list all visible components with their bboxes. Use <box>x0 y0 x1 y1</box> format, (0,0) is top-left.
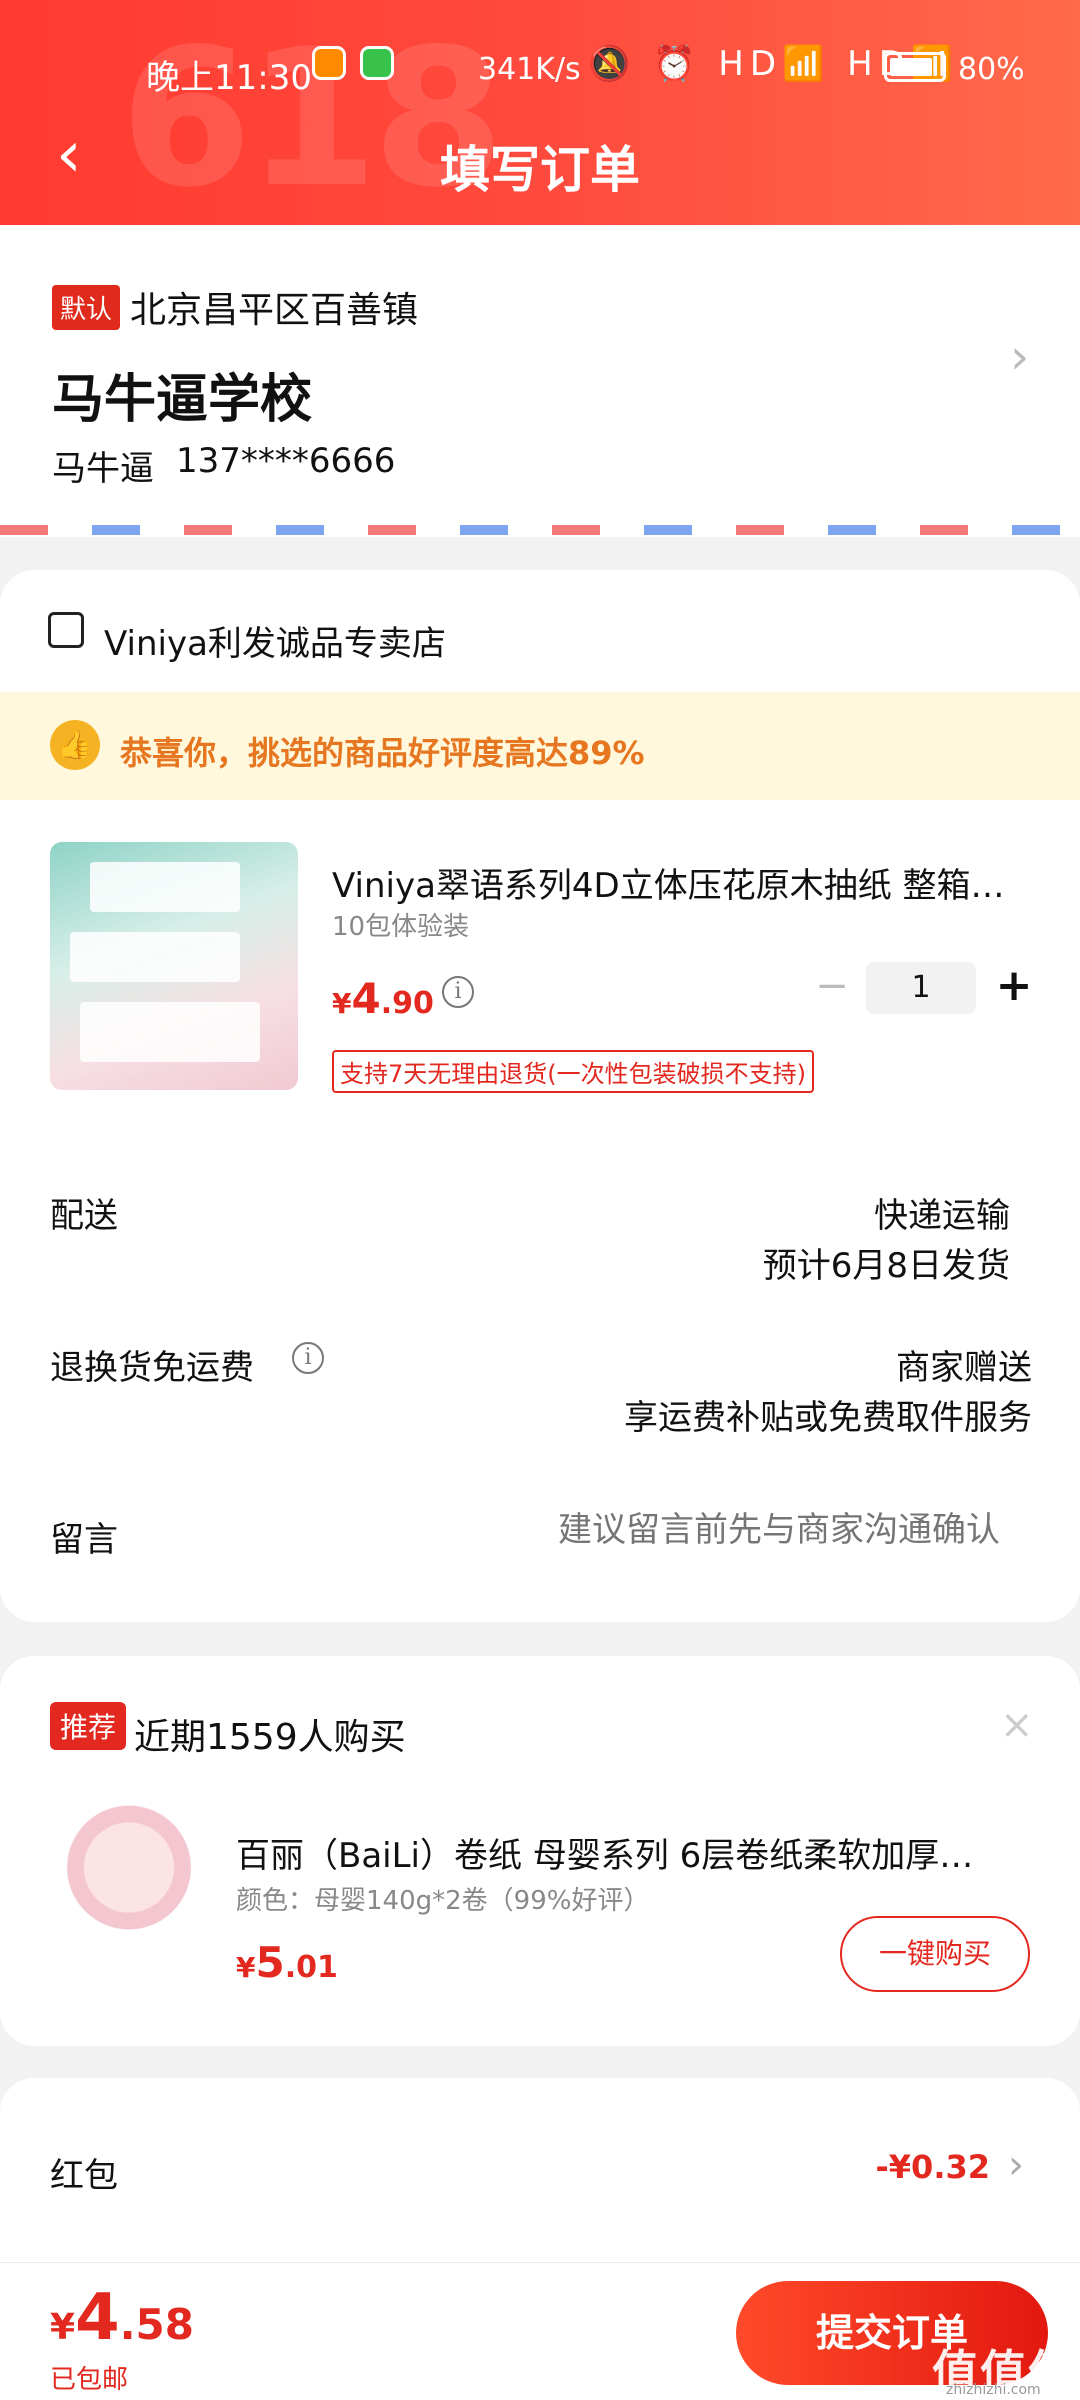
recommend-product-price: ¥5.01 <box>236 1938 338 1987</box>
order-header: 618 晚上11:30 341K/s 🔕 ⏰ HD📶 HD📶 80% ‹ 填写订… <box>0 0 1080 225</box>
recipient-phone: 137****6666 <box>176 441 396 481</box>
chevron-right-icon[interactable]: › <box>1010 329 1029 385</box>
default-address-badge: 默认 <box>52 285 121 330</box>
recommend-product-title[interactable]: 百丽（BaiLi）卷纸 母婴系列 6层卷纸柔软加厚… <box>236 1828 1016 1877</box>
red-packet-label: 红包 <box>50 2156 118 2196</box>
site-watermark-url: zhizhizhi.com <box>946 2382 1041 2398</box>
return-fee-label: 退换货免运费 <box>50 1348 254 1388</box>
message-label: 留言 <box>50 1520 118 1560</box>
recommend-heading: 近期1559人购买 <box>134 1717 406 1758</box>
address-card[interactable]: 默认 北京昌平区百善镇 马牛逼学校 马牛逼 137****6666 › <box>0 225 1080 537</box>
network-speed: 341K/s <box>478 52 581 87</box>
return-fee-desc: 享运费补贴或免费取件服务 <box>624 1398 1032 1438</box>
close-icon[interactable]: × <box>1000 1702 1034 1748</box>
app-notification-icon-2 <box>360 46 394 80</box>
battery-percent: 80% <box>958 52 1025 87</box>
thumbs-up-icon: 👍 <box>50 720 100 770</box>
free-shipping-note: 已包邮 <box>50 2365 129 2395</box>
product-title[interactable]: Viniya翠语系列4D立体压花原木抽纸 整箱… <box>332 858 1032 907</box>
recommend-product-image[interactable] <box>54 1800 204 1950</box>
page-title: 填写订单 <box>440 141 640 199</box>
one-click-buy-button[interactable]: 一键购买 <box>840 1916 1030 1992</box>
return-fee-value: 商家赠送 <box>896 1348 1032 1388</box>
praise-banner: 👍 恭喜你，挑选的商品好评度高达89% <box>0 692 1080 800</box>
total-price: ¥4.58 <box>50 2281 194 2355</box>
price-info-icon[interactable]: i <box>442 976 474 1008</box>
chevron-right-icon[interactable]: › <box>1008 2142 1024 2188</box>
return-policy-badge: 支持7天无理由退货(一次性包装破损不支持) <box>332 1050 814 1093</box>
delivery-eta: 预计6月8日发货 <box>762 1246 1010 1286</box>
quantity-field[interactable]: 1 <box>866 962 976 1014</box>
return-fee-info-icon[interactable]: i <box>292 1342 324 1374</box>
product-price: ¥4.90 <box>332 974 434 1023</box>
delivery-method[interactable]: 快递运输 <box>874 1188 1010 1237</box>
store-icon <box>48 612 84 648</box>
message-input[interactable] <box>440 1510 1000 1550</box>
praise-text: 恭喜你，挑选的商品好评度高达89% <box>120 734 645 772</box>
address-region: 北京昌平区百善镇 <box>130 290 419 331</box>
red-packet-value: -¥0.32 <box>875 2148 991 2186</box>
store-name[interactable]: Viniya利发诚品专卖店 <box>104 616 446 665</box>
product-spec: 10包体验装 <box>332 912 470 942</box>
recommend-badge: 推荐 <box>50 1702 127 1750</box>
quantity-increase-button[interactable]: + <box>990 960 1038 1012</box>
status-time: 晚上11:30 <box>146 58 312 98</box>
status-bar: 晚上11:30 341K/s 🔕 ⏰ HD📶 HD📶 80% <box>0 40 1080 100</box>
recipient-name: 马牛逼 <box>52 449 154 489</box>
battery-icon <box>884 52 946 82</box>
app-notification-icon <box>312 46 346 80</box>
quantity-decrease-button[interactable]: − <box>808 962 856 1010</box>
recommend-product-spec: 颜色：母婴140g*2卷（99%好评） <box>236 1886 650 1916</box>
address-detail: 马牛逼学校 <box>52 370 313 430</box>
product-image[interactable] <box>50 842 298 1090</box>
delivery-label: 配送 <box>50 1196 118 1236</box>
airmail-border <box>0 525 1080 535</box>
checkout-bar: ¥4.58 已包邮 提交订单 <box>0 2262 1080 2400</box>
store-order-card: Viniya利发诚品专卖店 👍 恭喜你，挑选的商品好评度高达89% Viniya… <box>0 570 1080 1622</box>
recommendation-card: 推荐 近期1559人购买 × 百丽（BaiLi）卷纸 母婴系列 6层卷纸柔软加厚… <box>0 1656 1080 2046</box>
